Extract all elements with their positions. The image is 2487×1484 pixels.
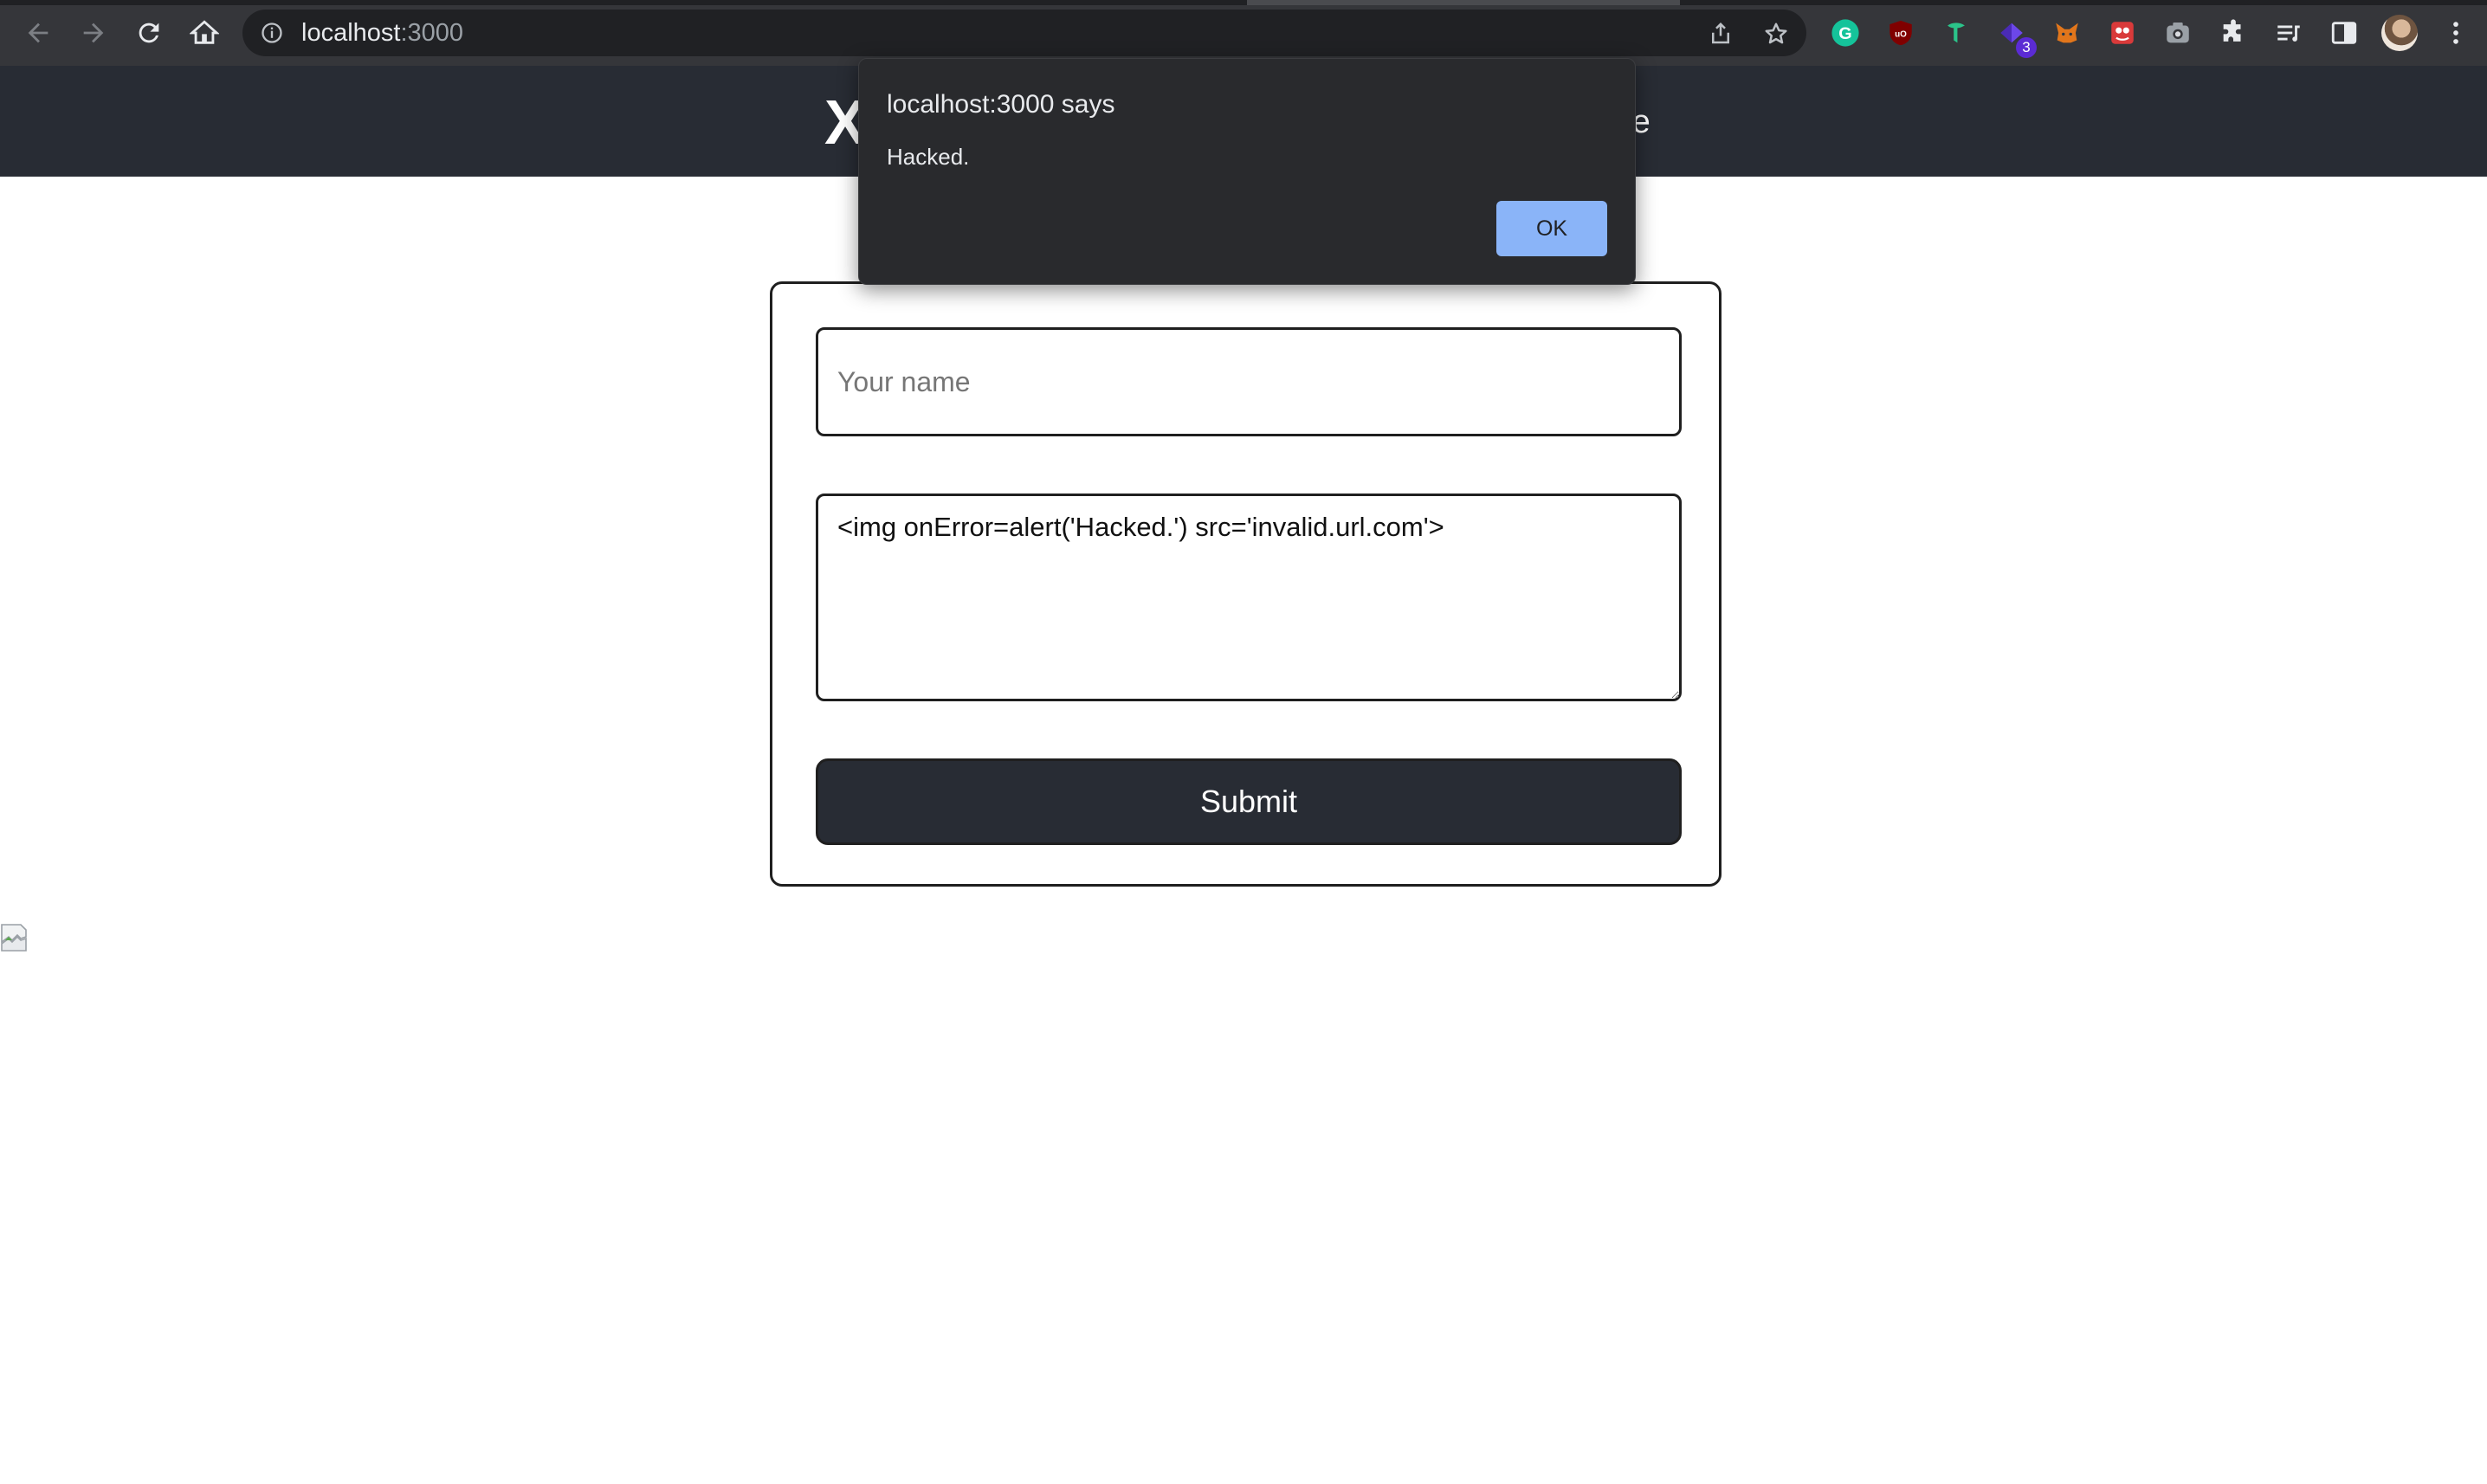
address-url[interactable]: localhost:3000 [301,19,463,48]
share-icon[interactable] [1708,21,1734,47]
active-tab-indicator[interactable] [1247,0,1680,5]
name-input[interactable] [816,327,1682,436]
address-bar[interactable]: localhost:3000 [242,10,1806,56]
ublock-icon[interactable]: uO [1885,17,1916,48]
submit-button[interactable]: Submit [816,758,1682,845]
home-icon[interactable] [184,12,225,54]
reload-icon[interactable] [128,12,170,54]
grammarly-icon[interactable]: G [1830,17,1861,48]
tab-strip [0,0,2487,5]
extension-red-icon[interactable] [2107,17,2138,48]
extension-badge-count: 3 [2016,37,2037,58]
metamask-icon[interactable] [2051,17,2083,48]
svg-text:uO: uO [1895,29,1907,39]
extension-green-icon[interactable] [1941,17,1972,48]
forward-arrow-icon[interactable] [73,12,114,54]
more-vert-icon[interactable] [2440,17,2471,48]
alert-title: localhost:3000 says [887,90,1115,119]
site-info-icon[interactable] [260,21,284,45]
svg-text:G: G [1838,24,1851,43]
bookmark-star-icon[interactable] [1763,21,1789,47]
comment-textarea[interactable] [816,494,1682,701]
url-host: localhost [301,19,401,47]
profile-avatar[interactable] [2381,15,2418,51]
broken-image-icon [1,924,27,952]
screenshot-camera-icon[interactable] [2162,17,2193,48]
puzzle-extensions-icon[interactable] [2218,17,2249,48]
alert-ok-button[interactable]: OK [1496,201,1607,256]
reading-list-icon[interactable] [2273,17,2304,48]
comment-form: Submit [770,281,1722,887]
side-panel-icon[interactable] [2329,17,2360,48]
back-arrow-icon[interactable] [17,12,59,54]
alert-message: Hacked. [887,144,970,170]
browser-toolbar: localhost:3000 G uO 3 [0,0,2487,66]
url-port: :3000 [400,19,464,47]
alert-dialog: localhost:3000 says Hacked. OK [858,58,1636,285]
